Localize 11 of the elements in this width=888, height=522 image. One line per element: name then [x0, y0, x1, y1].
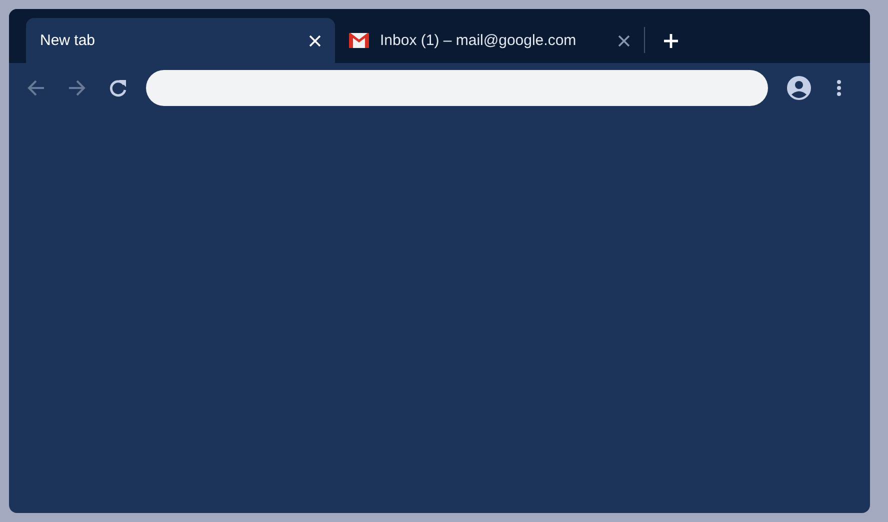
browser-tab[interactable]: New tab: [26, 18, 335, 63]
reload-icon[interactable]: [108, 78, 128, 98]
browser-tab[interactable]: Inbox (1) – mail@google.com: [335, 18, 644, 63]
tab-title: New tab: [40, 32, 96, 49]
account-icon[interactable]: [787, 76, 811, 100]
new-tab-icon[interactable]: [663, 33, 679, 49]
menu-icon[interactable]: [837, 80, 841, 96]
close-icon[interactable]: [618, 34, 630, 46]
tab-title: Inbox (1) – mail@google.com: [380, 32, 578, 49]
address-bar[interactable]: [146, 70, 768, 106]
mail-envelope-icon: [349, 33, 369, 48]
